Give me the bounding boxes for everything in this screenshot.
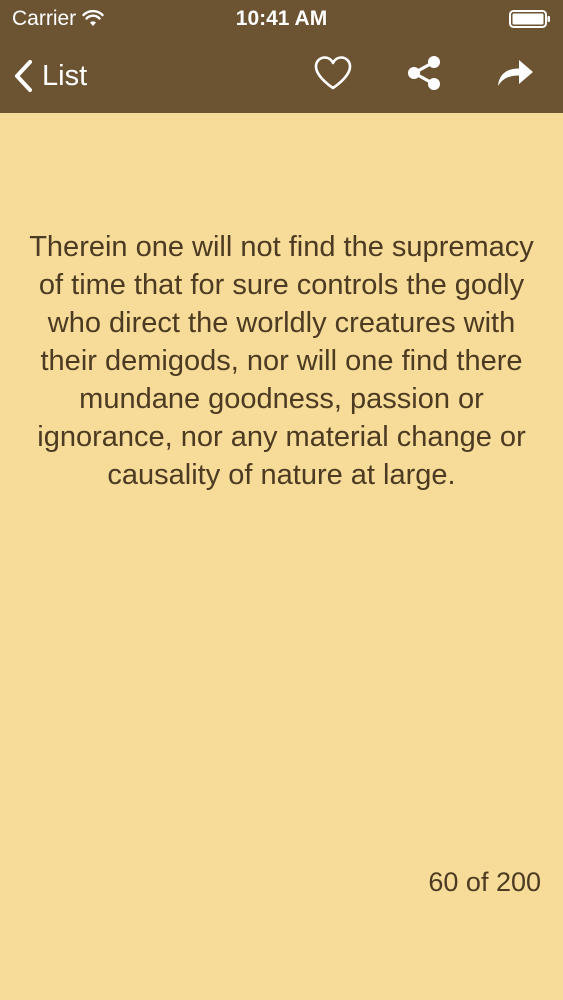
forward-icon [494, 55, 536, 96]
page-counter: 60 of 200 [428, 867, 541, 897]
navigation-bar: List [0, 38, 563, 113]
quote-text: Therein one will not find the supremacy … [29, 231, 534, 491]
back-button-label: List [42, 60, 88, 92]
forward-button[interactable] [493, 53, 537, 97]
back-button[interactable]: List [12, 56, 87, 96]
status-bar: Carrier 10:41 AM [0, 0, 563, 38]
share-icon [404, 53, 444, 98]
top-bar: Carrier 10:41 AM List [0, 0, 563, 113]
heart-icon [313, 55, 353, 96]
chevron-left-icon [12, 59, 34, 93]
favorite-button[interactable] [311, 53, 355, 97]
share-button[interactable] [402, 53, 446, 97]
battery-icon [509, 10, 551, 28]
status-time: 10:41 AM [235, 7, 328, 30]
